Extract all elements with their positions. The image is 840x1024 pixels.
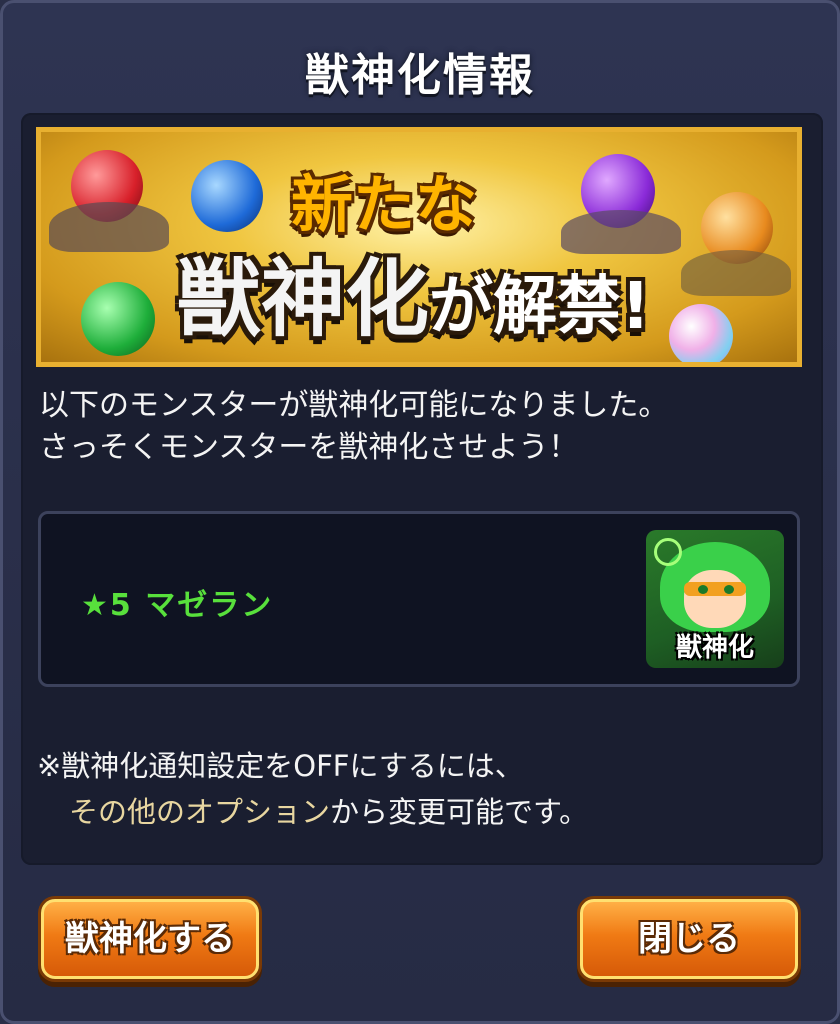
banner-headline-tail: が解禁! — [429, 270, 651, 344]
monster-name: ★5 マゼラン — [81, 588, 274, 623]
wing-decoration-icon — [49, 202, 169, 252]
evolution-banner: 新たな 獣神化が解禁! — [36, 127, 802, 367]
blue-orb-icon — [191, 160, 263, 232]
banner-headline-unlock: 獣神化が解禁! — [177, 232, 650, 353]
note-line-1: ※獣神化通知設定をOFFにするには、 — [37, 749, 524, 783]
dialog-title: 獣神化情報 — [305, 50, 535, 101]
evolution-info-dialog: 獣神化情報 新たな 獣神化が解禁! 以下のモンスターが獣神化可能になりました。 … — [0, 0, 840, 1024]
element-ring-icon — [654, 538, 682, 566]
portrait-evolution-label: 獣神化 — [675, 633, 754, 663]
portrait-eye-left — [698, 585, 708, 594]
character-portrait-icon[interactable]: 獣神化 — [646, 530, 784, 668]
note-line-2-rest: から変更可能です。 — [330, 795, 589, 829]
green-orb-icon — [81, 282, 155, 356]
banner-headline-evolution: 獣神化 — [177, 250, 430, 348]
notification-note: ※獣神化通知設定をOFFにするには、 その他のオプションから変更可能です。 — [37, 743, 817, 835]
close-button[interactable]: 閉じる — [580, 899, 798, 979]
portrait-eye-right — [724, 585, 734, 594]
banner-headline-new: 新たな — [291, 168, 478, 241]
message-line-2: さっそくモンスターを獣神化させよう！ — [39, 430, 579, 465]
monster-list-item[interactable]: ★5 マゼラン 獣神化 — [38, 511, 800, 687]
wing-decoration-icon — [681, 250, 791, 296]
rainbow-orb-icon — [669, 304, 733, 362]
note-line-2: その他のオプションから変更可能です。 — [37, 789, 817, 835]
message-line-1: 以下のモンスターが獣神化可能になりました。 — [39, 388, 669, 423]
note-options-highlight: その他のオプション — [69, 795, 331, 829]
evolution-message: 以下のモンスターが獣神化可能になりました。 さっそくモンスターを獣神化させよう！ — [39, 385, 819, 469]
evolve-button[interactable]: 獣神化する — [41, 899, 259, 979]
portrait-mask — [684, 582, 746, 596]
portrait-face — [684, 570, 746, 628]
